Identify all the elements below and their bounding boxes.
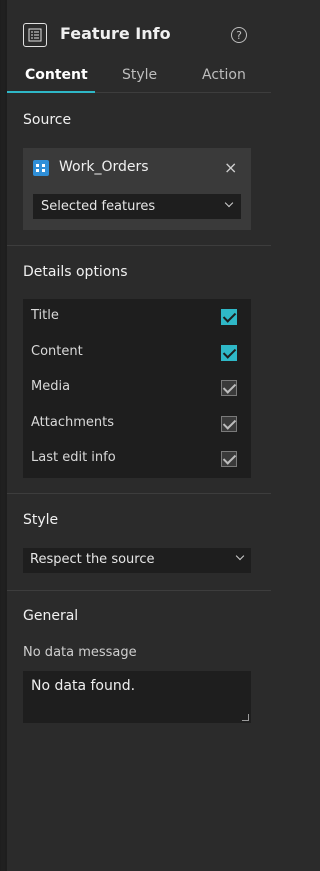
active-tab-indicator: [7, 91, 95, 93]
selection-mode-value: Selected features: [41, 199, 156, 214]
panel-header: Feature Info ?: [7, 0, 271, 70]
panel-title: Feature Info: [60, 24, 171, 43]
details-options-list: Title Content Media Attachments Last edi…: [23, 299, 251, 478]
chevron-down-icon: [224, 198, 234, 208]
style-select[interactable]: Respect the source: [23, 548, 251, 573]
option-label: Media: [31, 379, 71, 394]
option-label: Title: [31, 308, 59, 323]
media-checkbox[interactable]: [221, 380, 237, 396]
general-section-title: General: [23, 608, 79, 624]
option-label: Attachments: [31, 415, 114, 430]
feature-layer-icon: [33, 160, 49, 176]
attachments-checkbox[interactable]: [221, 416, 237, 432]
content-checkbox[interactable]: [221, 345, 237, 361]
option-last-edit-info[interactable]: Last edit info: [23, 441, 251, 476]
close-icon[interactable]: ×: [224, 158, 237, 177]
option-media[interactable]: Media: [23, 370, 251, 405]
tab-style[interactable]: Style: [122, 67, 157, 83]
section-divider: [7, 493, 271, 494]
settings-panel: Feature Info ? Content Style Action Sour…: [7, 0, 271, 871]
no-data-message-value: No data found.: [31, 678, 136, 694]
selection-mode-select[interactable]: Selected features: [33, 194, 241, 219]
option-content[interactable]: Content: [23, 335, 251, 370]
tab-bar: Content Style Action: [7, 62, 271, 93]
title-checkbox[interactable]: [221, 309, 237, 325]
option-attachments[interactable]: Attachments: [23, 406, 251, 441]
option-title[interactable]: Title: [23, 299, 251, 334]
option-label: Content: [31, 344, 83, 359]
resize-handle-icon[interactable]: [242, 714, 249, 721]
no-data-message-label: No data message: [23, 645, 137, 660]
details-section-title: Details options: [23, 264, 128, 280]
section-divider: [7, 245, 271, 246]
tab-content[interactable]: Content: [25, 67, 88, 83]
no-data-message-textarea[interactable]: No data found.: [23, 671, 251, 723]
source-section-title: Source: [23, 112, 72, 128]
section-divider: [7, 590, 271, 591]
feature-info-icon: [23, 23, 47, 47]
scrollbar-thumb[interactable]: [1, 0, 5, 871]
tab-action[interactable]: Action: [202, 67, 246, 83]
datasource-name: Work_Orders: [59, 159, 149, 175]
help-icon[interactable]: ?: [231, 27, 247, 43]
datasource-card: Work_Orders × Selected features: [23, 148, 251, 230]
style-value: Respect the source: [30, 552, 155, 567]
style-section-title: Style: [23, 512, 59, 528]
option-label: Last edit info: [31, 450, 116, 465]
last-edit-info-checkbox[interactable]: [221, 451, 237, 467]
chevron-down-icon: [235, 551, 245, 561]
